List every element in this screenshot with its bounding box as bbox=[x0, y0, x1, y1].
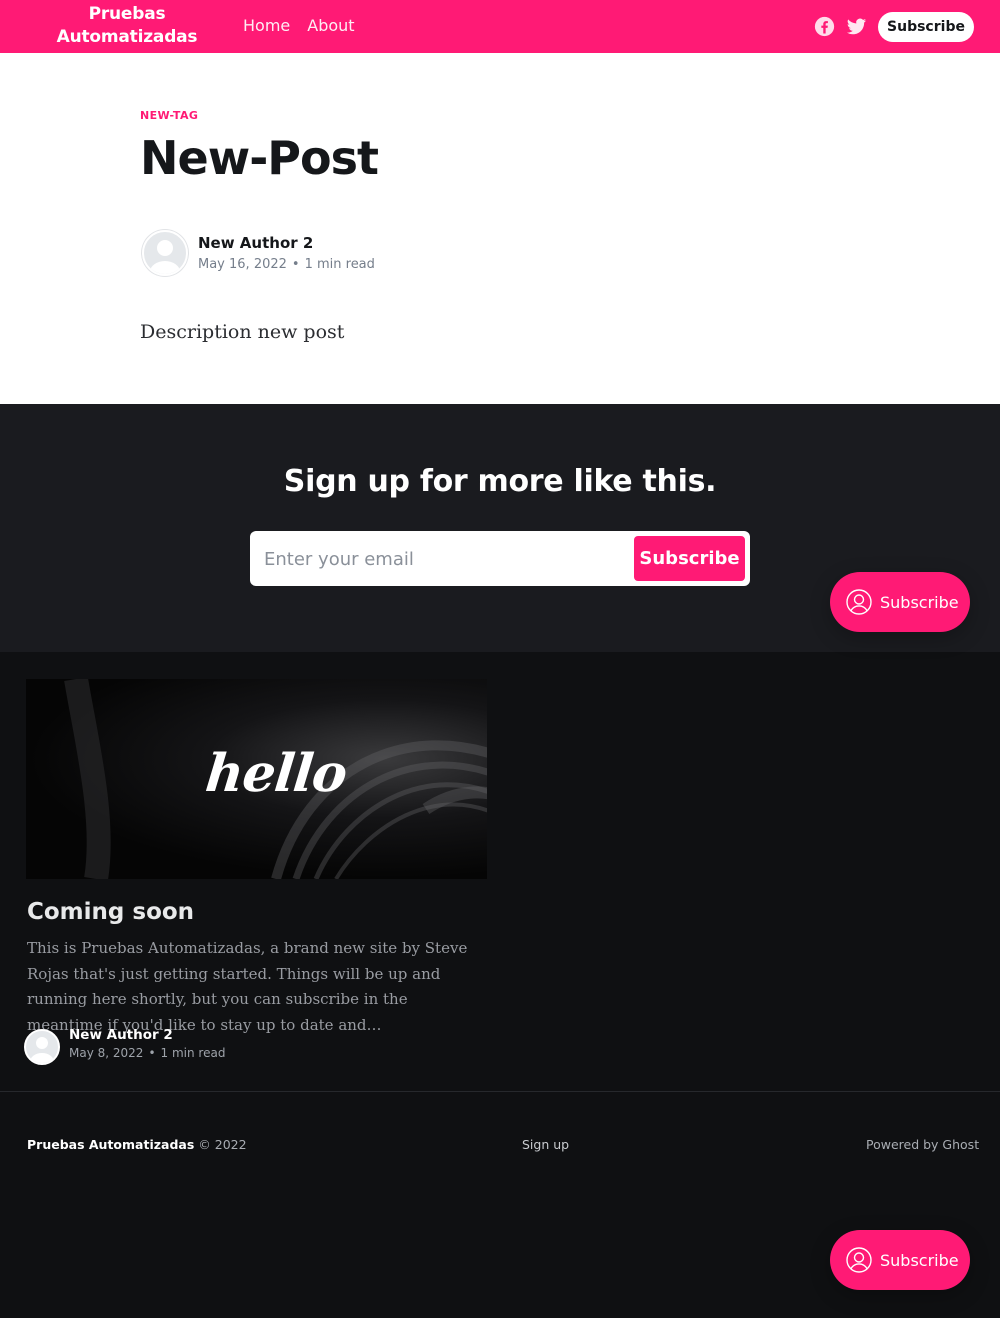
main-nav: Home About bbox=[243, 16, 355, 35]
user-circle-icon bbox=[846, 1247, 872, 1273]
email-input[interactable] bbox=[264, 541, 624, 577]
avatar-placeholder-icon bbox=[30, 1037, 54, 1063]
portal-subscribe-button[interactable]: Subscribe bbox=[830, 572, 970, 632]
post-tag[interactable]: NEW-TAG bbox=[140, 109, 198, 122]
copyright-year: © 2022 bbox=[198, 1137, 247, 1152]
twitter-icon[interactable] bbox=[846, 16, 867, 37]
subscribe-form: Subscribe bbox=[250, 531, 750, 586]
nav-home[interactable]: Home bbox=[243, 16, 290, 35]
post-card-title[interactable]: Coming soon bbox=[27, 899, 194, 925]
card-read-time: 1 min read bbox=[160, 1046, 226, 1060]
footer-divider bbox=[0, 1091, 1000, 1092]
author-name[interactable]: New Author 2 bbox=[198, 234, 313, 252]
meta-separator: • bbox=[148, 1046, 156, 1060]
avatar-placeholder-icon bbox=[150, 240, 180, 274]
user-circle-icon bbox=[846, 589, 872, 615]
image-hello-text: hello bbox=[202, 743, 350, 804]
author-avatar[interactable] bbox=[142, 230, 188, 276]
card-meta: May 8, 2022 • 1 min read bbox=[69, 1046, 225, 1060]
read-time: 1 min read bbox=[304, 257, 375, 272]
footer-signup-link[interactable]: Sign up bbox=[522, 1137, 569, 1152]
nav-about[interactable]: About bbox=[307, 16, 354, 35]
post-card-excerpt: This is Pruebas Automatizadas, a brand n… bbox=[27, 939, 468, 1034]
cta-title: Sign up for more like this. bbox=[283, 464, 717, 499]
header-subscribe-button[interactable]: Subscribe bbox=[878, 12, 974, 42]
site-title[interactable]: Pruebas Automatizadas bbox=[24, 3, 230, 49]
post-content: Description new post bbox=[140, 321, 345, 343]
portal-subscribe-button[interactable]: Subscribe bbox=[830, 1230, 970, 1290]
form-subscribe-button[interactable]: Subscribe bbox=[634, 536, 745, 581]
footer-copyright: Pruebas Automatizadas © 2022 bbox=[27, 1137, 247, 1152]
post-title: New-Post bbox=[140, 131, 379, 185]
post-meta: May 16, 2022 • 1 min read bbox=[198, 257, 375, 272]
facebook-icon[interactable] bbox=[814, 16, 835, 37]
meta-separator: • bbox=[291, 257, 300, 272]
card-author-avatar[interactable] bbox=[24, 1029, 60, 1065]
footer-site-link[interactable]: Pruebas Automatizadas bbox=[27, 1137, 194, 1152]
site-header: Pruebas Automatizadas Home About Subscri… bbox=[0, 0, 1000, 53]
post-card-image[interactable]: hello bbox=[26, 679, 487, 879]
card-author-name[interactable]: New Author 2 bbox=[69, 1027, 173, 1043]
post-date: May 16, 2022 bbox=[198, 257, 287, 272]
card-date: May 8, 2022 bbox=[69, 1046, 144, 1060]
portal-button-label: Subscribe bbox=[880, 592, 959, 612]
post-article: NEW-TAG New-Post New Author 2 May 16, 20… bbox=[0, 53, 1000, 404]
portal-button-label: Subscribe bbox=[880, 1250, 959, 1270]
powered-by-ghost-link[interactable]: Powered by Ghost bbox=[866, 1137, 979, 1152]
